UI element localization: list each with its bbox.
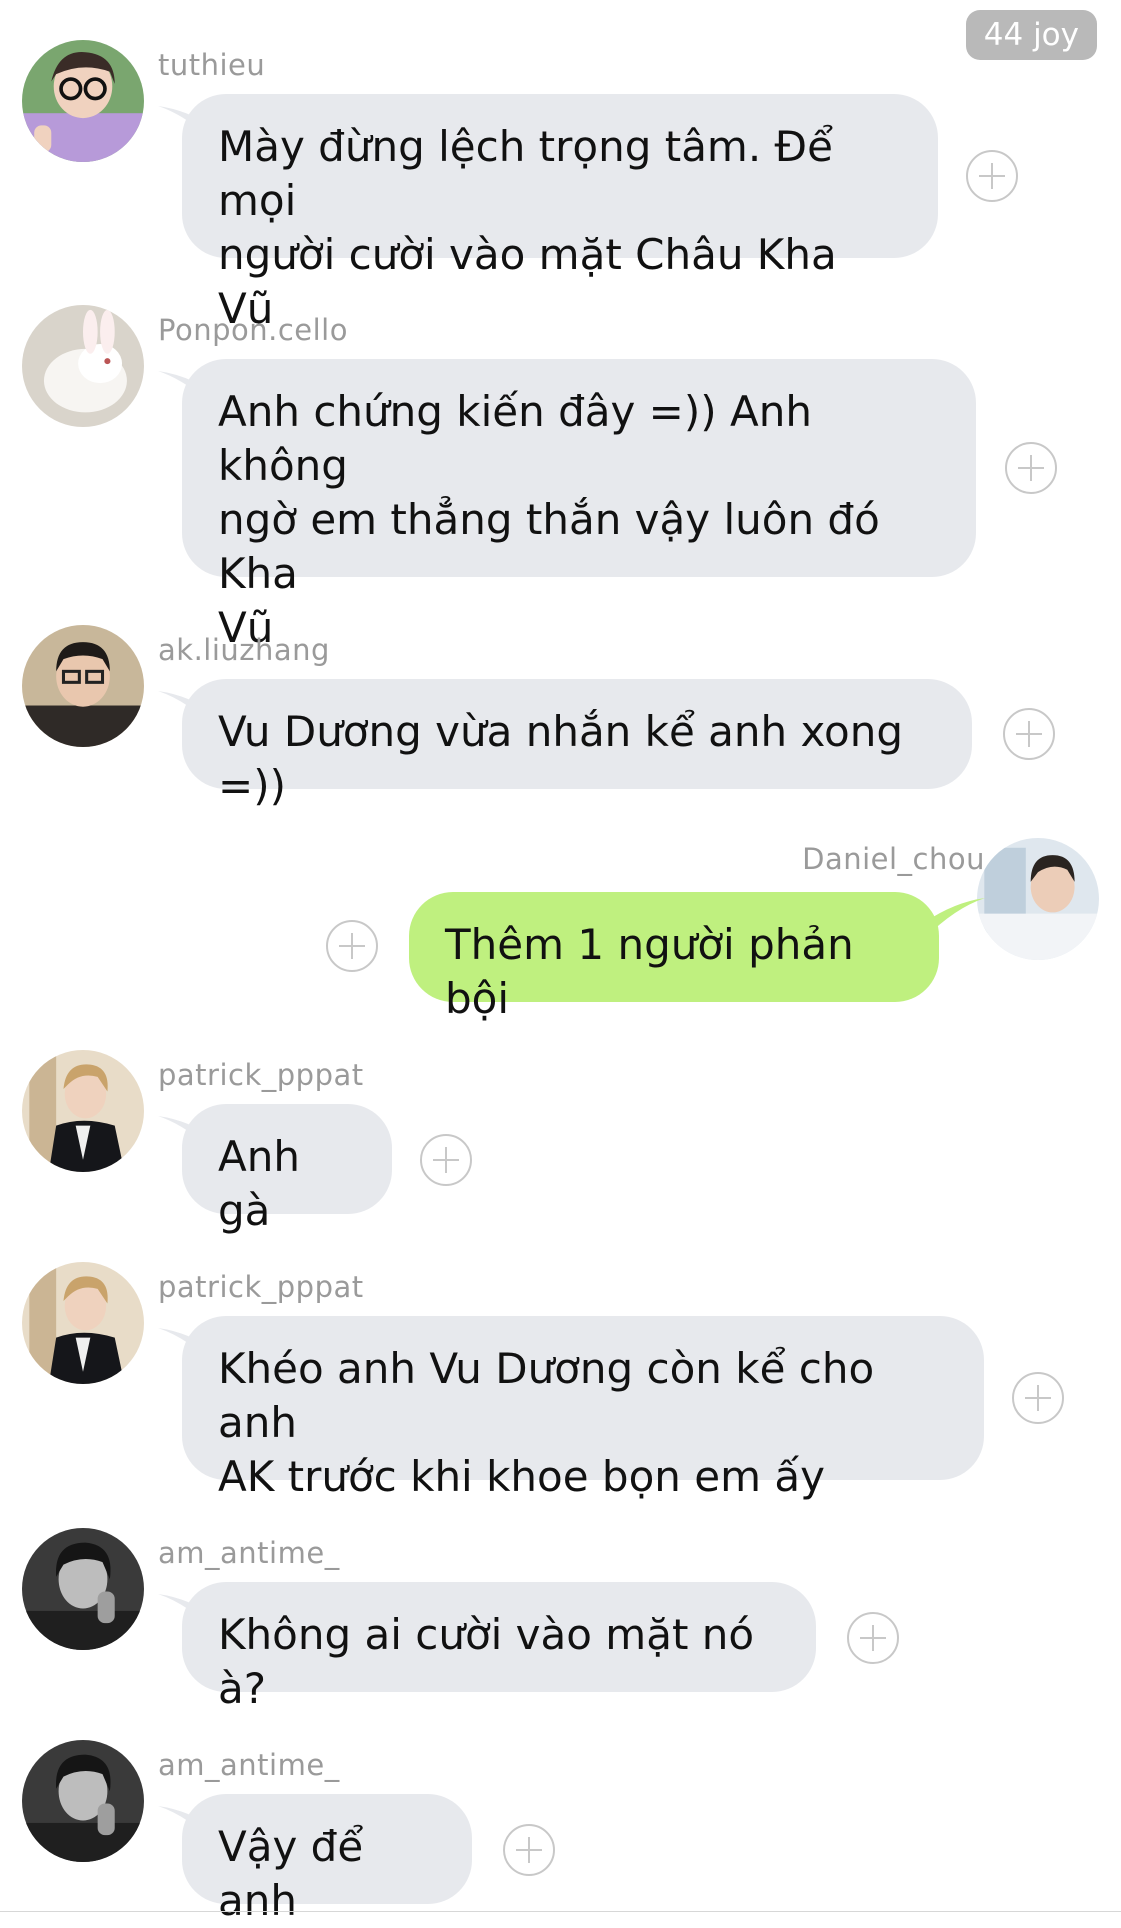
message-line: Khéo anh Vu Dương còn kể cho anh: [218, 1344, 875, 1447]
chat-message: patrick_pppat Khéo anh Vu Dương còn kể c…: [0, 1262, 1121, 1501]
message-bubble[interactable]: Anh chứng kiến đây =)) Anh không ngờ em …: [182, 359, 976, 652]
message-line: Thêm 1 người phản bội: [445, 920, 854, 1023]
avatar[interactable]: [22, 305, 144, 427]
monochrome-portrait-avatar-icon: [22, 1528, 144, 1650]
add-reaction-icon[interactable]: [1003, 708, 1055, 760]
message-bubble[interactable]: Anh gà: [182, 1104, 392, 1235]
boy-by-window-avatar-icon: [977, 838, 1099, 960]
sender-name: patrick_pppat: [158, 1058, 364, 1092]
message-bubble[interactable]: Không ai cười vào mặt nó à?: [182, 1582, 816, 1713]
boy-with-glasses-avatar-icon: [22, 625, 144, 747]
message-bubble[interactable]: Vậy để anh: [182, 1794, 472, 1925]
chat-message: am_antime_ Vậy để anh: [0, 1740, 1121, 1925]
avatar[interactable]: [977, 838, 1099, 960]
message-line: ngờ em thẳng thắn vậy luôn đó Kha: [218, 495, 880, 598]
message-line: Anh gà: [218, 1132, 300, 1235]
divider: [0, 1911, 1121, 1912]
add-reaction-icon[interactable]: [1005, 442, 1057, 494]
sender-name: ak.liuzhang: [158, 633, 330, 667]
sender-name: am_antime_: [158, 1536, 340, 1570]
add-reaction-icon[interactable]: [1012, 1372, 1064, 1424]
message-line: Mày đừng lệch trọng tâm. Để mọi: [218, 122, 833, 225]
chat-message: Daniel_chou Thêm 1 người phản bội: [0, 838, 1121, 1023]
chat-message: patrick_pppat Anh gà: [0, 1050, 1121, 1235]
chat-message: Ponpon.cello Anh chứng kiến đây =)) Anh …: [0, 305, 1121, 652]
sender-name: Ponpon.cello: [158, 313, 348, 347]
message-bubble[interactable]: Thêm 1 người phản bội: [409, 892, 939, 1023]
sender-name: Daniel_chou: [802, 842, 985, 876]
message-line: Vu Dương vừa nhắn kể anh xong =)): [218, 707, 904, 810]
add-reaction-icon[interactable]: [966, 150, 1018, 202]
add-reaction-icon[interactable]: [503, 1824, 555, 1876]
chat-message: ak.liuzhang Vu Dương vừa nhắn kể anh xon…: [0, 625, 1121, 810]
message-bubble[interactable]: Mày đừng lệch trọng tâm. Để mọi người cư…: [182, 94, 938, 333]
add-reaction-icon[interactable]: [847, 1612, 899, 1664]
avatar[interactable]: [22, 1528, 144, 1650]
message-bubble[interactable]: Khéo anh Vu Dương còn kể cho anh AK trướ…: [182, 1316, 984, 1501]
avatar[interactable]: [22, 1050, 144, 1172]
avatar[interactable]: [22, 1262, 144, 1384]
message-line: Không ai cười vào mặt nó à?: [218, 1610, 755, 1713]
sender-name: tuthieu: [158, 48, 266, 82]
message-line: Anh chứng kiến đây =)) Anh không: [218, 387, 812, 490]
message-line: AK trước khi khoe bọn em ấy: [218, 1452, 825, 1501]
boy-in-black-jacket-avatar-icon: [22, 1050, 144, 1172]
chat-message: am_antime_ Không ai cười vào mặt nó à?: [0, 1528, 1121, 1713]
white-rabbit-avatar-icon: [22, 305, 144, 427]
avatar[interactable]: [22, 625, 144, 747]
avatar[interactable]: [22, 1740, 144, 1862]
add-reaction-icon[interactable]: [326, 920, 378, 972]
boy-in-black-jacket-avatar-icon: [22, 1262, 144, 1384]
message-bubble[interactable]: Vu Dương vừa nhắn kể anh xong =)): [182, 679, 972, 810]
avatar[interactable]: [22, 40, 144, 162]
girl-with-glasses-avatar-icon: [22, 40, 144, 162]
sender-name: am_antime_: [158, 1748, 340, 1782]
chat-message: tuthieu Mày đừng lệch trọng tâm. Để mọi …: [0, 40, 1121, 333]
monochrome-portrait-avatar-icon: [22, 1740, 144, 1862]
add-reaction-icon[interactable]: [420, 1134, 472, 1186]
sender-name: patrick_pppat: [158, 1270, 364, 1304]
